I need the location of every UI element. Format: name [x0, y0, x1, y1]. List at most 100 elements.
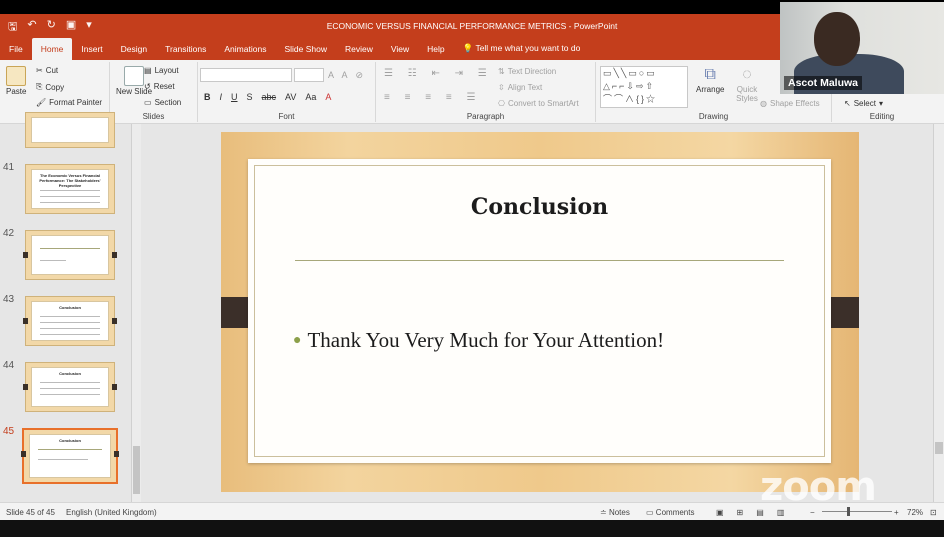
brush-icon: 🖌	[36, 98, 47, 107]
bullet-text: Thank You Very Much for Your Attention!	[307, 328, 665, 352]
tab-design[interactable]: Design	[112, 44, 156, 60]
paste-icon	[6, 66, 27, 86]
participant-video[interactable]: Ascot Maluwa	[780, 2, 944, 94]
lightbulb-icon: 💡	[462, 43, 474, 53]
text-direction-button[interactable]: ⇅ Text Direction	[498, 67, 556, 76]
slide-thumbnail[interactable]: Conclusion	[23, 362, 117, 412]
slide-thumbnail[interactable]: The Economic Versus Financial Performanc…	[25, 164, 115, 214]
thumbnail-title: The Economic Versus Financial Performanc…	[39, 173, 101, 188]
align-buttons[interactable]: ≡ ≡ ≡ ≡ ☰	[384, 92, 481, 103]
section-button[interactable]: ▭ Section	[144, 98, 181, 107]
slide-thumbnail[interactable]	[23, 230, 117, 280]
scroll-thumb[interactable]	[935, 442, 943, 454]
slide-count: Slide 45 of 45	[6, 508, 55, 517]
scroll-thumb[interactable]	[133, 446, 140, 494]
copy-label: Copy	[45, 82, 65, 92]
shapes-gallery[interactable]: ▭╲╲▭○▭ △⌐⌐⇩⇨⇧ ⌒⌒∧{}☆	[600, 66, 688, 108]
font-size-buttons[interactable]: A A ⊘	[328, 70, 366, 81]
fit-slide-icon[interactable]: ⊡	[930, 508, 937, 517]
quick-styles-icon: ◌	[742, 66, 752, 83]
shape-effects-button[interactable]: ◍ Shape Effects	[760, 99, 820, 108]
new-slide-icon	[124, 66, 144, 86]
select-button[interactable]: ↖ Select ▾	[844, 99, 883, 108]
convert-smartart-button[interactable]: ⎔ Convert to SmartArt	[498, 99, 579, 108]
thumbnail-title: Conclusion	[59, 305, 81, 310]
scissors-icon: ✂	[36, 66, 43, 75]
comments-button[interactable]: ▭ Comments	[646, 508, 694, 517]
font-group: A A ⊘ B I U S abc AV Aa A Font	[198, 62, 376, 122]
notes-icon: ≐	[600, 508, 607, 517]
strikethrough-button[interactable]: abc	[262, 92, 277, 102]
tab-transitions[interactable]: Transitions	[156, 44, 215, 60]
thumbnail-title: Conclusion	[59, 438, 81, 443]
font-format-buttons: B I U S abc AV Aa A	[204, 92, 331, 102]
underline-button[interactable]: U	[231, 92, 238, 102]
slide-title[interactable]: Conclusion	[255, 194, 824, 220]
italic-button[interactable]: I	[220, 92, 223, 102]
tab-home[interactable]: Home	[31, 38, 73, 60]
font-color-icon[interactable]: A	[325, 92, 331, 102]
section-label: Section	[154, 98, 182, 107]
shadow-button[interactable]: S	[247, 92, 253, 102]
slide-canvas[interactable]: Conclusion ● Thank You Very Much for Your…	[221, 132, 859, 492]
view-buttons[interactable]: ▣⊞▤▥	[716, 508, 797, 517]
thumbnail-scrollbar[interactable]	[131, 124, 141, 502]
align-text-button[interactable]: ⇳ Align Text	[498, 83, 542, 92]
tab-insert[interactable]: Insert	[72, 44, 111, 60]
slide-scrollbar[interactable]	[933, 124, 944, 502]
reset-button[interactable]: ↺ Reset	[144, 82, 175, 91]
chevron-down-icon: ▾	[878, 99, 883, 108]
slide-thumbnail[interactable]	[25, 112, 115, 148]
comments-label: Comments	[655, 508, 695, 517]
character-spacing-button[interactable]: AV	[285, 92, 296, 102]
slide-number: 41	[3, 162, 15, 173]
cursor-icon: ↖	[844, 99, 851, 108]
convert-smartart-label: Convert to SmartArt	[507, 99, 579, 108]
app-window: 🖫 ↶ ↻ ▣ ▾ ECONOMIC VERSUS FINANCIAL PERF…	[0, 0, 944, 537]
font-name-input[interactable]	[200, 68, 292, 82]
cut-label: Cut	[45, 66, 59, 75]
tab-help[interactable]: Help	[418, 44, 453, 60]
font-size-input[interactable]	[294, 68, 324, 82]
tell-me-text: Tell me what you want to do	[475, 43, 581, 53]
participant-name: Ascot Maluwa	[784, 76, 863, 90]
slide-number: 43	[3, 294, 15, 305]
text-direction-icon: ⇅	[498, 67, 505, 76]
tab-file[interactable]: File	[0, 44, 32, 60]
copy-button[interactable]: ⎘ Copy	[36, 82, 64, 92]
align-text-icon: ⇳	[498, 83, 505, 92]
notes-button[interactable]: ≐ Notes	[600, 508, 630, 517]
arrange-button[interactable]: ⧉ Arrange	[696, 66, 724, 94]
slide-thumbnail[interactable]: Conclusion	[23, 296, 117, 346]
paragraph-group-label: Paragraph	[466, 112, 505, 121]
bold-button[interactable]: B	[204, 92, 211, 102]
change-case-button[interactable]: Aa	[305, 92, 316, 102]
slides-group-label: Slides	[142, 112, 165, 121]
cut-button[interactable]: ✂ Cut	[36, 66, 58, 75]
tell-me-box[interactable]: 💡 Tell me what you want to do	[454, 43, 590, 60]
tab-animations[interactable]: Animations	[215, 44, 275, 60]
slide-thumbnail-active[interactable]: Conclusion	[21, 428, 119, 484]
reset-label: Reset	[153, 82, 175, 91]
paste-button[interactable]: Paste	[6, 66, 26, 96]
tab-view[interactable]: View	[382, 44, 418, 60]
format-painter-button[interactable]: 🖌 Format Painter	[36, 98, 102, 107]
section-icon: ▭	[144, 98, 152, 107]
zoom-slider[interactable]	[822, 507, 892, 516]
zoom-slider-thumb[interactable]	[847, 507, 850, 516]
main-area: 41 The Economic Versus Financial Perform…	[0, 112, 944, 510]
tab-slide-show[interactable]: Slide Show	[275, 44, 336, 60]
zoom-level[interactable]: 72%	[907, 508, 923, 517]
quick-styles-button[interactable]: ◌ Quick Styles	[732, 66, 762, 103]
language-indicator[interactable]: English (United Kingdom)	[66, 508, 157, 517]
layout-button[interactable]: ▤ Layout	[144, 66, 179, 75]
select-label: Select	[853, 99, 876, 108]
slide-bullet[interactable]: ● Thank You Very Much for Your Attention!	[293, 328, 664, 353]
zoom-in-button[interactable]: +	[894, 508, 899, 517]
tab-review[interactable]: Review	[336, 44, 382, 60]
font-group-label: Font	[278, 112, 295, 121]
list-buttons[interactable]: ☰ ☷ ⇤ ⇥ ☰	[384, 68, 493, 79]
slide-number: 44	[3, 360, 15, 371]
smartart-icon: ⎔	[498, 99, 505, 108]
zoom-out-button[interactable]: −	[810, 508, 815, 517]
